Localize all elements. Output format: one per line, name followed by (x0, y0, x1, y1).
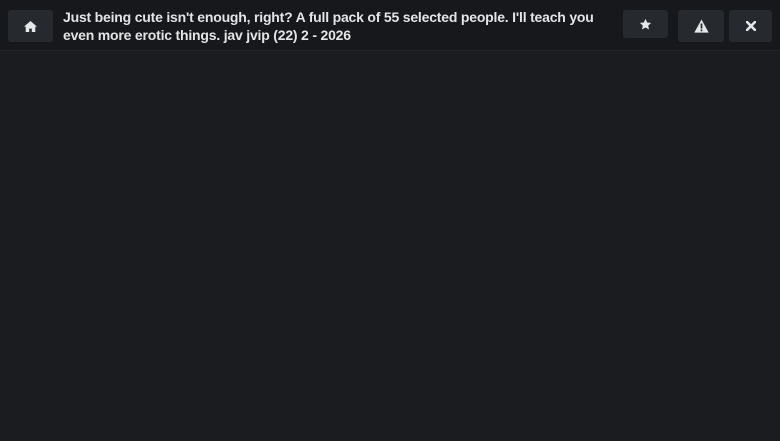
home-button[interactable] (8, 10, 53, 42)
favorite-button[interactable] (623, 10, 668, 38)
home-icon (24, 20, 37, 32)
warning-icon (693, 19, 709, 33)
top-bar: Just being cute isn't enough, right? A f… (0, 0, 780, 51)
report-button[interactable] (678, 10, 724, 42)
page-title: Just being cute isn't enough, right? A f… (63, 9, 594, 43)
close-icon (745, 21, 756, 31)
content-area (0, 51, 780, 441)
star-icon (639, 18, 652, 31)
close-button[interactable] (729, 10, 772, 42)
